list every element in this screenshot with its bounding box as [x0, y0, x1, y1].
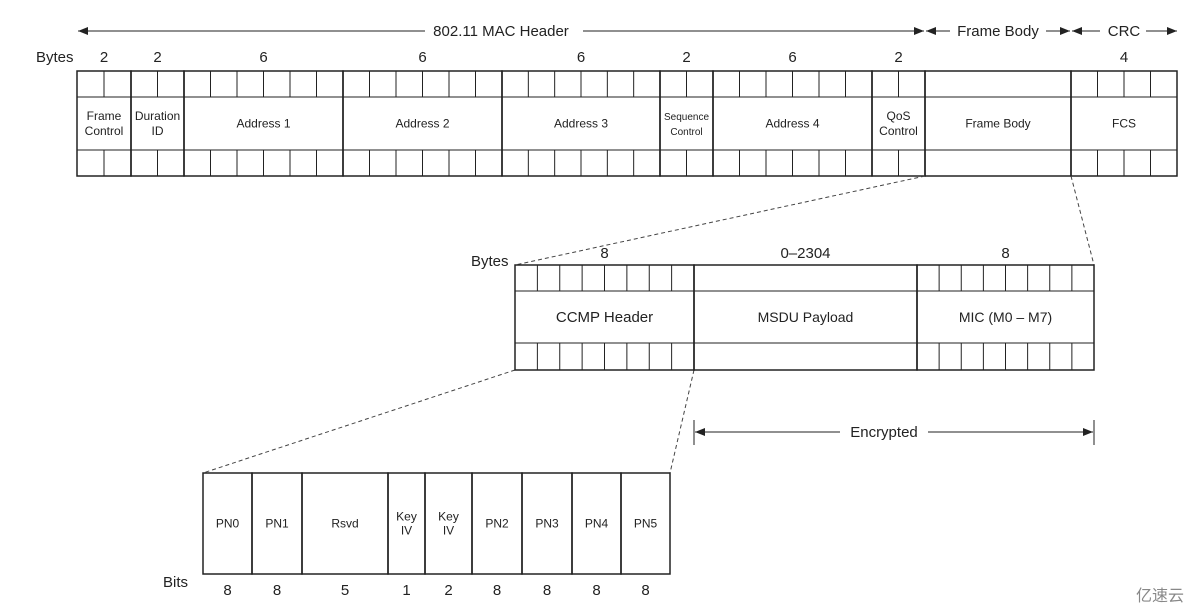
ccmp-header-field: KeyIV 2	[424, 472, 473, 599]
bit-count: 8	[543, 582, 551, 599]
field-label: PN4	[585, 517, 609, 531]
field-label: PN5	[634, 517, 658, 531]
field-label: Control	[879, 124, 918, 138]
mac-field: Address 3 6	[501, 49, 661, 177]
ccmp-header-field: KeyIV 1	[387, 472, 426, 599]
watermark: 亿速云	[1136, 587, 1184, 605]
connector-line	[202, 369, 516, 474]
middle-bytes-label: Bytes	[471, 253, 509, 270]
field-label: Key	[438, 510, 459, 524]
bit-count: 2	[444, 582, 452, 599]
ccmp-header-field: PN5 8	[620, 472, 671, 599]
field-label: Duration	[135, 109, 180, 123]
byte-count: 6	[788, 49, 796, 66]
field-label: IV	[401, 524, 412, 538]
byte-count: 2	[100, 49, 108, 66]
mac-field: DurationID 2	[130, 49, 185, 177]
field-label: Address 3	[554, 117, 608, 131]
connector-line	[669, 369, 695, 474]
mac-frame: FrameControl2DurationID2Address 16Addres…	[76, 49, 1178, 177]
field-label: CCMP Header	[556, 309, 653, 326]
byte-count: 2	[153, 49, 161, 66]
byte-count: 2	[894, 49, 902, 66]
ccmp-header-field: PN0 8	[202, 472, 253, 599]
ccmp-header-field: PN2 8	[471, 472, 523, 599]
mac-field: Frame Body	[924, 70, 1072, 177]
mac-field: Address 1 6	[183, 49, 344, 177]
byte-count: 8	[600, 245, 608, 262]
ccmp-field: MIC (M0 – M7) 8	[916, 245, 1095, 371]
ccmp-header-detail: PN08PN18Rsvd5KeyIV1KeyIV2PN28PN38PN48PN5…	[202, 472, 671, 599]
connector-line	[1070, 175, 1095, 266]
bit-count: 8	[641, 582, 649, 599]
ccmp-header-field: Rsvd 5	[301, 472, 389, 599]
field-label: Address 1	[236, 117, 290, 131]
crc-label: CRC	[1108, 23, 1141, 40]
byte-count: 6	[418, 49, 426, 66]
byte-count: 4	[1120, 49, 1128, 66]
bit-count: 8	[273, 582, 281, 599]
field-label: MSDU Payload	[758, 309, 854, 325]
mac-field: Sequence Control 2	[659, 49, 714, 177]
mac-field: Address 4 6	[712, 49, 873, 177]
field-label: Address 4	[765, 117, 819, 131]
bytes-label: Bytes	[36, 49, 74, 66]
frame-body-span-label: Frame Body	[957, 23, 1039, 40]
ccmp-header-field: PN3 8	[521, 472, 573, 599]
ccmp-frame-diagram: 802.11 MAC Header Frame Body CRC Bytes F…	[36, 23, 1184, 605]
bit-count: 1	[402, 582, 410, 599]
field-label: Control	[670, 127, 702, 138]
byte-count: 6	[259, 49, 267, 66]
field-label: IV	[443, 524, 454, 538]
bit-count: 8	[592, 582, 600, 599]
mac-field: FCS 4	[1070, 49, 1178, 177]
mac-field: QoSControl 2	[871, 49, 926, 177]
field-label: Rsvd	[331, 517, 358, 531]
field-label: PN2	[485, 517, 509, 531]
bit-count: 5	[341, 582, 349, 599]
connector-line	[514, 175, 926, 266]
encrypted-label: Encrypted	[850, 424, 918, 441]
bits-label: Bits	[163, 574, 188, 591]
field-label: Frame	[87, 109, 122, 123]
mac-field: FrameControl 2	[76, 49, 132, 177]
bit-count: 8	[493, 582, 501, 599]
field-label: PN0	[216, 517, 240, 531]
field-label: Control	[85, 124, 124, 138]
field-label: MIC (M0 – M7)	[959, 309, 1052, 325]
byte-count: 8	[1001, 245, 1009, 262]
byte-count: 0–2304	[780, 245, 830, 262]
bit-count: 8	[223, 582, 231, 599]
byte-count: 2	[682, 49, 690, 66]
ccmp-header-field: PN4 8	[571, 472, 622, 599]
mac-field: Address 2 6	[342, 49, 503, 177]
field-label: FCS	[1112, 117, 1136, 131]
ccmp-frame: CCMP Header 8 MSDU Payload 0–2304 MIC (M0 – …	[514, 245, 1095, 371]
field-label: ID	[152, 124, 164, 138]
field-label: Address 2	[395, 117, 449, 131]
field-label: QoS	[886, 109, 910, 123]
ccmp-header-field: PN1 8	[251, 472, 303, 599]
field-label: Key	[396, 510, 417, 524]
mac-header-label: 802.11 MAC Header	[433, 23, 569, 40]
field-label: Frame Body	[965, 117, 1030, 131]
field-label: Sequence	[664, 112, 709, 123]
encrypted-span: Encrypted	[693, 420, 1095, 445]
field-label: PN3	[535, 517, 559, 531]
ccmp-field: MSDU Payload 0–2304	[693, 245, 918, 371]
field-label: PN1	[265, 517, 289, 531]
top-span-arrows: 802.11 MAC Header Frame Body CRC Bytes	[36, 23, 1177, 66]
byte-count: 6	[577, 49, 585, 66]
ccmp-field: CCMP Header 8	[514, 245, 695, 371]
